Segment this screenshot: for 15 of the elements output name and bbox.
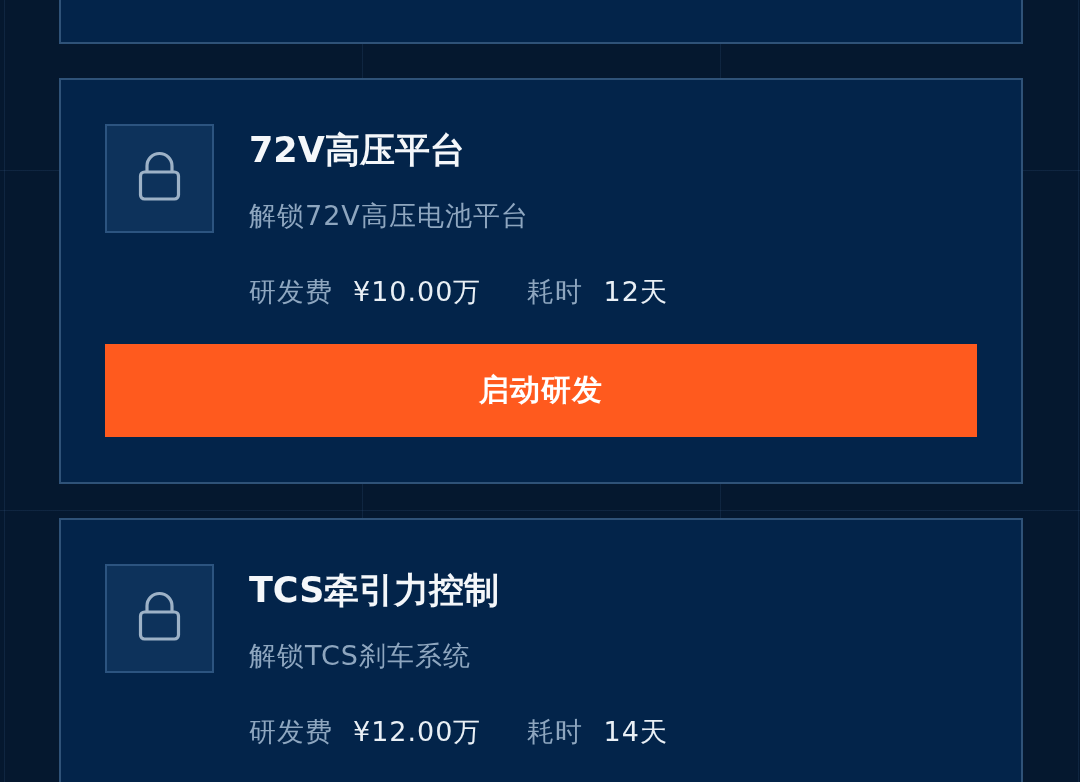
duration-value: 14天 [603, 715, 668, 749]
lock-icon [105, 124, 214, 233]
cost-value: ¥12.00万 [353, 715, 482, 749]
tech-title: 72V高压平台 [249, 129, 466, 172]
duration-value: 12天 [603, 275, 668, 309]
tech-description: 解锁TCS刹车系统 [249, 639, 472, 673]
cost-value: ¥10.00万 [353, 275, 482, 309]
tech-description: 解锁72V高压电池平台 [249, 199, 530, 233]
cost-label: 研发费 [249, 715, 333, 749]
duration-label: 耗时 [527, 275, 584, 309]
start-research-button[interactable]: 启动研发 [105, 344, 977, 437]
tech-title: TCS牵引力控制 [249, 569, 501, 612]
lock-icon [105, 564, 214, 673]
duration-label: 耗时 [527, 715, 584, 749]
cost-label: 研发费 [249, 275, 333, 309]
